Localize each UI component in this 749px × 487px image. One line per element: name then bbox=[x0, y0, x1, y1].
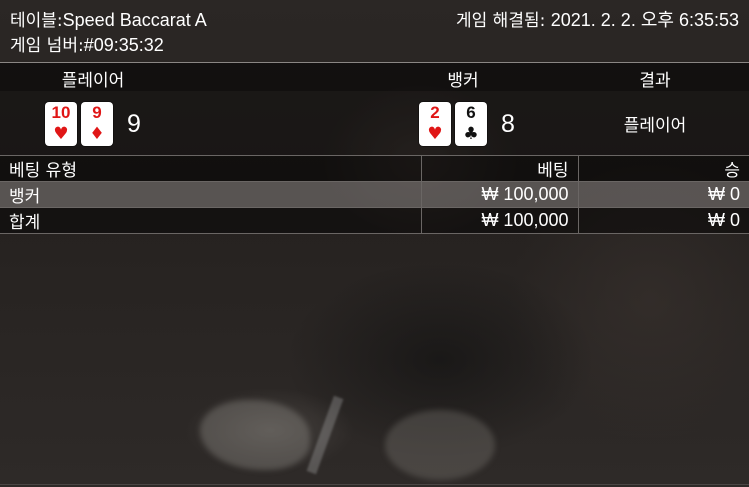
table-name: Speed Baccarat A bbox=[62, 10, 207, 30]
card-rank: 6 bbox=[466, 103, 476, 122]
bottom-divider bbox=[0, 484, 749, 485]
game-header: 테이블:Speed Baccarat A 게임 넘버:#09:35:32 게임 … bbox=[0, 0, 749, 62]
player-score: 9 bbox=[127, 109, 141, 138]
card-rank: 10 bbox=[51, 103, 71, 122]
heart-icon: ♥ bbox=[53, 124, 69, 144]
round-id: #09:35:32 bbox=[83, 35, 164, 55]
table-line: 테이블:Speed Baccarat A bbox=[10, 8, 207, 33]
card-rank: 2 bbox=[430, 103, 440, 122]
result-header: 플레이어 뱅커 결과 bbox=[0, 62, 749, 91]
club-icon: ♣ bbox=[463, 124, 479, 144]
resolved-label: 게임 해결됨: bbox=[456, 11, 546, 31]
banker-hand: 2 ♥ 6 ♣ 8 bbox=[419, 102, 515, 146]
total-label: 합계 bbox=[0, 207, 421, 234]
win-amount: ₩ 0 bbox=[577, 181, 749, 208]
result-header-label: 결과 bbox=[639, 71, 671, 91]
heart-icon: ♥ bbox=[427, 124, 443, 144]
resolved-time: 2021. 2. 2. 오후 6:35:53 bbox=[550, 10, 739, 30]
game-details: 테이블:Speed Baccarat A 게임 넘버:#09:35:32 게임 … bbox=[0, 0, 749, 234]
bet-type-header: 베팅 유형 bbox=[0, 155, 421, 182]
table-row: 뱅커 ₩ 100,000 ₩ 0 bbox=[0, 181, 749, 208]
win-amount-header: 승 bbox=[577, 155, 749, 182]
bet-type: 뱅커 bbox=[0, 181, 421, 208]
banker-card: 2 ♥ bbox=[419, 102, 451, 146]
player-hand: 10 ♥ 9 ♦ 9 bbox=[45, 102, 141, 146]
banker-score: 8 bbox=[501, 109, 515, 138]
bets-header-row: 베팅 유형 베팅 승 bbox=[0, 155, 749, 182]
result-row: 10 ♥ 9 ♦ 9 2 ♥ 6 ♣ 8 플레이어 bbox=[0, 91, 749, 155]
bet-amount-header: 베팅 bbox=[420, 155, 578, 182]
total-bet: ₩ 100,000 bbox=[420, 207, 578, 234]
round-line: 게임 넘버:#09:35:32 bbox=[10, 33, 207, 58]
round-label: 게임 넘버: bbox=[10, 36, 84, 56]
diamond-icon: ♦ bbox=[89, 124, 105, 144]
game-info-left: 테이블:Speed Baccarat A 게임 넘버:#09:35:32 bbox=[10, 8, 207, 58]
player-card: 9 ♦ bbox=[81, 102, 113, 146]
winner-label: 플레이어 bbox=[623, 116, 687, 136]
card-rank: 9 bbox=[92, 103, 102, 122]
player-card: 10 ♥ bbox=[45, 102, 77, 146]
player-header: 플레이어 bbox=[61, 71, 125, 91]
banker-header: 뱅커 bbox=[447, 71, 479, 91]
table-label: 테이블: bbox=[10, 11, 63, 31]
total-win: ₩ 0 bbox=[577, 207, 749, 234]
total-row: 합계 ₩ 100,000 ₩ 0 bbox=[0, 207, 749, 234]
bets-table: 베팅 유형 베팅 승 뱅커 ₩ 100,000 ₩ 0 합계 ₩ 100,000… bbox=[0, 155, 749, 234]
bet-amount: ₩ 100,000 bbox=[420, 181, 578, 208]
banker-card: 6 ♣ bbox=[455, 102, 487, 146]
game-info-right: 게임 해결됨: 2021. 2. 2. 오후 6:35:53 bbox=[456, 8, 739, 33]
resolved-line: 게임 해결됨: 2021. 2. 2. 오후 6:35:53 bbox=[456, 8, 739, 33]
dealer-hand-right bbox=[385, 410, 495, 480]
